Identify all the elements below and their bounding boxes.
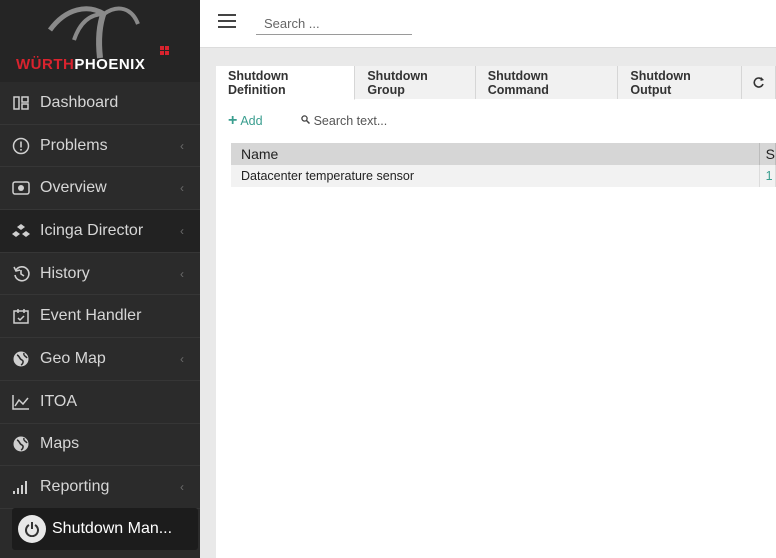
sidebar-item-label: Icinga Director	[40, 221, 144, 239]
add-button[interactable]: + Add	[228, 112, 263, 130]
history-icon	[12, 265, 30, 283]
director-icon	[12, 222, 30, 240]
sidebar-item-label: Shutdown Man...	[52, 520, 173, 537]
tab-shutdown-command[interactable]: Shutdown Command	[475, 66, 619, 99]
sidebar-item-event-handler[interactable]: Event Handler	[0, 295, 200, 339]
chevron-left-icon: ‹	[180, 138, 184, 153]
sidebar-item-overview[interactable]: Overview ‹	[0, 167, 200, 211]
sidebar-nav: Dashboard Problems ‹ Overview ‹ Icinga D…	[0, 82, 200, 509]
sidebar-item-label: Dashboard	[40, 93, 119, 111]
content-panel: Shutdown Definition Shutdown Group Shutd…	[216, 66, 776, 558]
calendar-icon	[12, 307, 30, 325]
cell-s[interactable]: 1	[759, 165, 776, 187]
plus-icon: +	[228, 112, 238, 129]
sidebar-item-geo-map[interactable]: Geo Map ‹	[0, 338, 200, 381]
logo-white-text: PHOENIX	[74, 56, 146, 73]
refresh-icon	[753, 77, 764, 88]
sidebar-item-label: Reporting	[40, 478, 110, 496]
filter-input[interactable]	[313, 114, 434, 128]
sidebar-item-maps[interactable]: Maps	[0, 424, 200, 467]
sidebar-item-history[interactable]: History ‹	[0, 253, 200, 296]
chevron-left-icon: ‹	[180, 351, 184, 366]
sidebar-item-label: Event Handler	[40, 307, 142, 325]
table-header-row: Name S	[231, 143, 776, 165]
sidebar-item-label: Maps	[40, 435, 80, 453]
toolbar: + Add	[228, 112, 434, 130]
tab-shutdown-group[interactable]: Shutdown Group	[355, 66, 476, 99]
exclamation-icon	[12, 137, 30, 155]
globe-icon	[12, 435, 30, 453]
sidebar-item-label: Geo Map	[40, 349, 106, 367]
sidebar-item-dashboard[interactable]: Dashboard	[0, 82, 200, 125]
filter-search	[300, 114, 434, 128]
logo-squares-icon	[160, 46, 169, 55]
tab-shutdown-definition[interactable]: Shutdown Definition	[216, 66, 356, 100]
chevron-left-icon: ‹	[180, 181, 184, 196]
search-input[interactable]	[256, 12, 412, 35]
sidebar-item-label: History	[40, 264, 90, 282]
logo-red-text: WÜRTH	[16, 56, 75, 73]
tab-bar: Shutdown Definition Shutdown Group Shutd…	[216, 66, 776, 100]
hamburger-menu-icon[interactable]	[218, 14, 236, 28]
column-header-s[interactable]: S	[759, 143, 776, 165]
tab-shutdown-output[interactable]: Shutdown Output	[618, 66, 742, 99]
brand-logo[interactable]: WÜRTHPHOENIX	[0, 0, 200, 82]
sidebar: WÜRTHPHOENIX Dashboard Problems ‹ Overvi…	[0, 0, 200, 558]
bars-icon	[12, 478, 30, 496]
refresh-button[interactable]	[742, 66, 776, 99]
search-icon	[300, 115, 310, 127]
area-chart-icon	[12, 393, 30, 411]
table-row[interactable]: Datacenter temperature sensor 1	[231, 165, 776, 187]
sidebar-item-icinga-director[interactable]: Icinga Director ‹	[0, 210, 200, 253]
eye-icon	[12, 179, 30, 197]
chevron-left-icon: ‹	[180, 223, 184, 238]
sidebar-item-label: ITOA	[40, 392, 78, 410]
sidebar-item-shutdown-manager[interactable]: Shutdown Man...	[12, 508, 198, 550]
sidebar-item-label: Overview	[40, 179, 107, 197]
chevron-left-icon: ‹	[180, 266, 184, 281]
palm-tree-icon	[47, 6, 140, 59]
column-header-name[interactable]: Name	[231, 143, 760, 165]
dashboard-icon	[12, 94, 30, 112]
sidebar-item-problems[interactable]: Problems ‹	[0, 125, 200, 168]
cell-name[interactable]: Datacenter temperature sensor	[231, 165, 760, 187]
globe-icon	[12, 350, 30, 368]
top-bar	[200, 0, 776, 48]
chevron-left-icon: ‹	[180, 480, 184, 495]
add-label: Add	[240, 114, 263, 128]
sidebar-item-label: Problems	[40, 136, 108, 154]
sidebar-item-reporting[interactable]: Reporting ‹	[0, 466, 200, 509]
definition-table: Name S Datacenter temperature sensor 1	[231, 143, 776, 187]
sidebar-item-itoa[interactable]: ITOA	[0, 381, 200, 424]
power-icon	[18, 515, 46, 543]
